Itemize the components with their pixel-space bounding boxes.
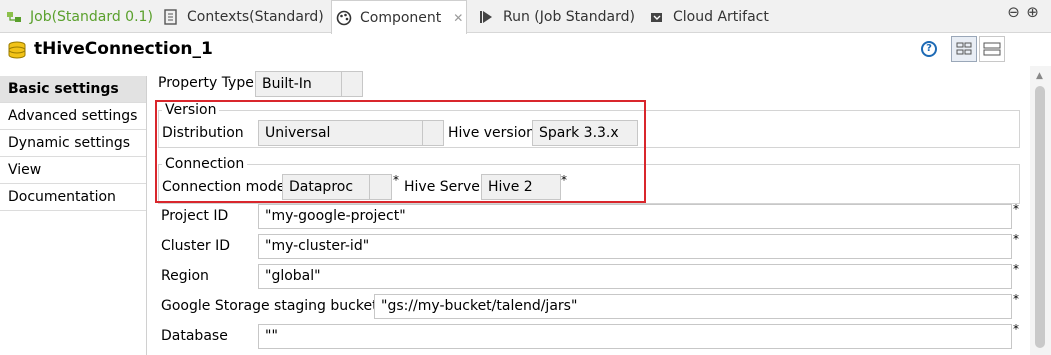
minimize-icon[interactable]: ⊖ (1007, 5, 1020, 20)
component-title-bar: tHiveConnection_1 ? (0, 34, 1051, 66)
layout-table-icon[interactable] (951, 36, 977, 62)
tab-contexts[interactable]: Contexts(Standard) (163, 0, 324, 33)
database-label: Database (161, 328, 228, 344)
run-icon (479, 9, 495, 25)
staging-bucket-label: Google Storage staging bucket (161, 298, 378, 314)
component-title: tHiveConnection_1 (34, 39, 213, 59)
tab-run[interactable]: Run (Job Standard) (479, 0, 635, 33)
cluster-id-input[interactable]: "my-cluster-id" (258, 234, 1012, 259)
cloud-artifact-icon (649, 9, 665, 25)
close-icon[interactable]: ✕ (453, 11, 463, 25)
vertical-scrollbar[interactable]: ▲ (1030, 66, 1051, 355)
required-marker: * (1013, 322, 1019, 336)
required-marker: * (1013, 232, 1019, 246)
maximize-icon[interactable]: ⊕ (1026, 5, 1039, 20)
nav-dynamic-settings[interactable]: Dynamic settings (0, 130, 146, 157)
component-icon (336, 10, 352, 26)
property-type-value: Built-In (262, 76, 312, 92)
tab-label: Component (360, 9, 442, 26)
nav-documentation[interactable]: Documentation (0, 184, 146, 211)
highlight-box (155, 100, 646, 203)
tab-label: Job(Standard 0.1) (30, 8, 153, 25)
tab-label: Cloud Artifact (673, 8, 769, 25)
project-id-label: Project ID (161, 208, 229, 224)
database-input[interactable]: "" (258, 324, 1012, 349)
tab-label: Run (Job Standard) (503, 8, 635, 25)
layout-list-icon[interactable] (979, 36, 1005, 62)
region-input[interactable]: "global" (258, 264, 1012, 289)
contexts-icon (163, 8, 179, 25)
region-label: Region (161, 268, 209, 284)
cluster-id-label: Cluster ID (161, 238, 231, 254)
tab-component[interactable]: Component ✕ (331, 0, 467, 34)
tab-cloud-artifact[interactable]: Cloud Artifact (649, 0, 769, 33)
staging-bucket-input[interactable]: "gs://my-bucket/talend/jars" (374, 294, 1012, 319)
editor-tab-bar: Job(Standard 0.1) Contexts(Standard) Com… (0, 0, 1051, 34)
tab-job[interactable]: Job(Standard 0.1) (6, 0, 153, 33)
hive-component-icon (7, 40, 27, 60)
nav-view[interactable]: View (0, 157, 146, 184)
scroll-up-icon[interactable]: ▲ (1036, 71, 1043, 81)
tab-label: Contexts(Standard) (187, 8, 324, 25)
nav-advanced-settings[interactable]: Advanced settings (0, 103, 146, 130)
help-icon[interactable]: ? (921, 41, 937, 57)
settings-nav: Basic settings Advanced settings Dynamic… (0, 76, 147, 355)
property-type-label: Property Type (158, 75, 254, 91)
required-marker: * (1013, 202, 1019, 216)
scroll-thumb[interactable] (1035, 86, 1045, 348)
required-marker: * (1013, 262, 1019, 276)
nav-basic-settings[interactable]: Basic settings (0, 76, 146, 103)
required-marker: * (1013, 292, 1019, 306)
property-type-select[interactable]: Built-In (255, 71, 363, 97)
project-id-input[interactable]: "my-google-project" (258, 204, 1012, 229)
job-icon (6, 9, 22, 25)
